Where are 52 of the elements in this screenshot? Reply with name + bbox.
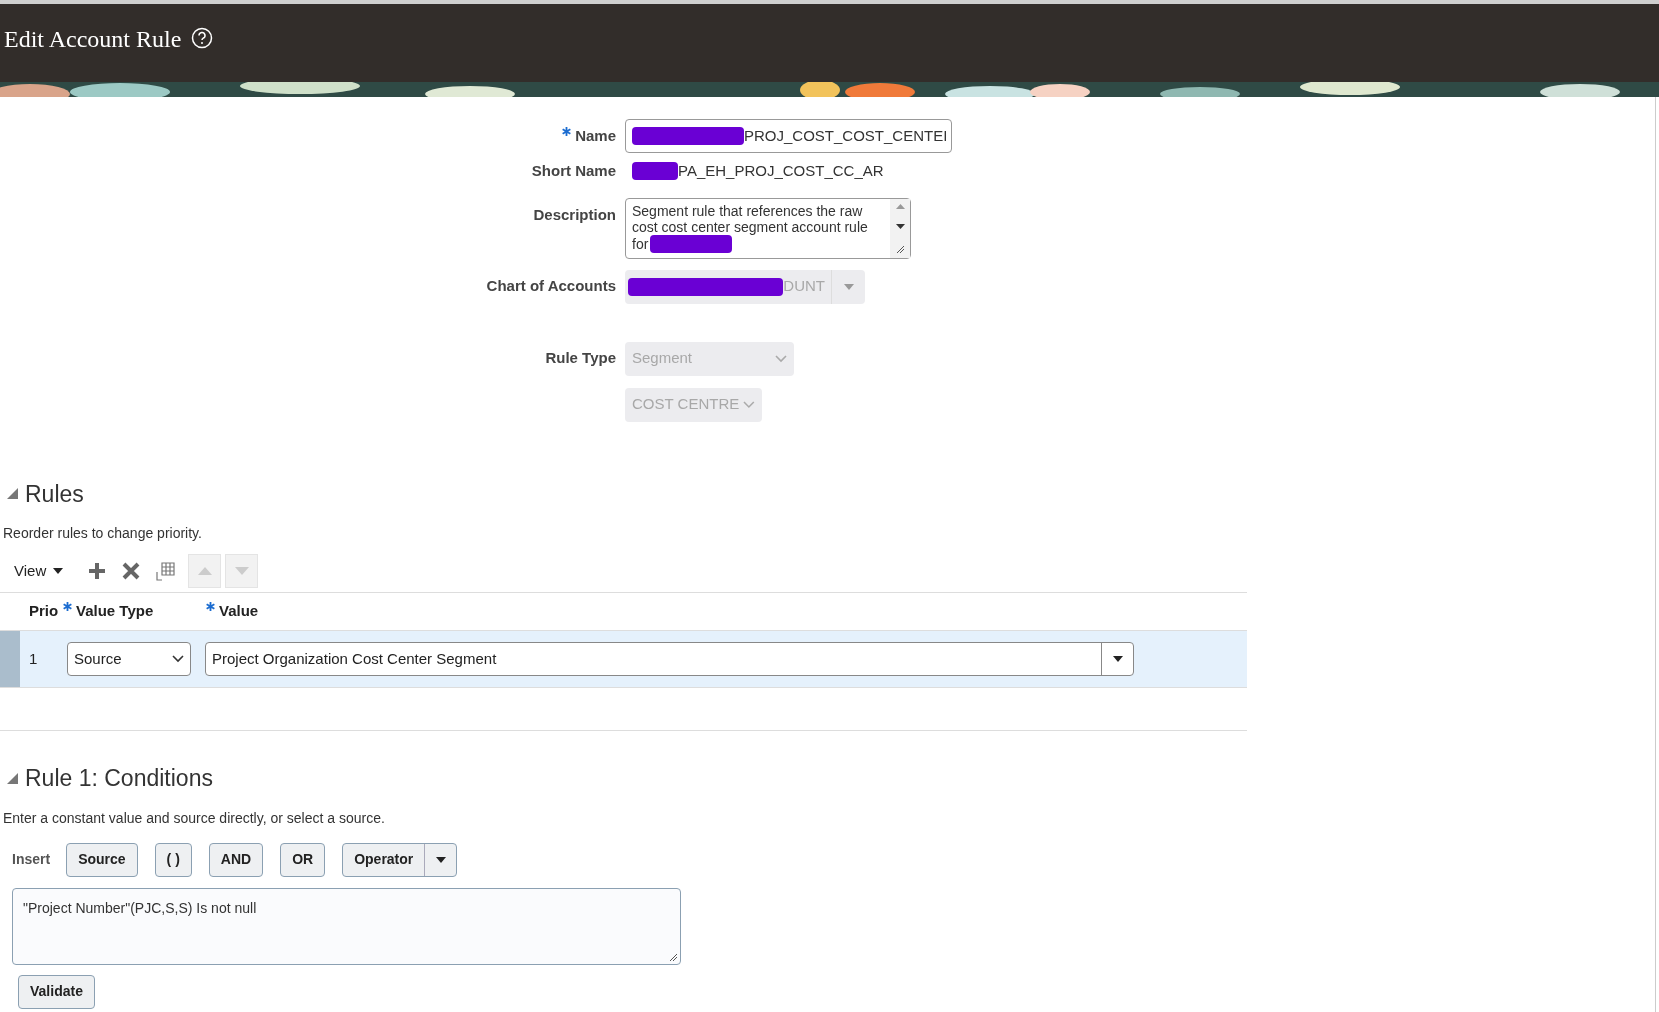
down-triangle-icon [234, 567, 249, 575]
column-header: Prio [29, 601, 59, 622]
field-value: PA_EH_PROJ_COST_CC_AR [678, 161, 884, 181]
field-value: Segment rule that references the raw [632, 202, 864, 219]
field-label: Chart of Accounts [486, 276, 616, 297]
table-row[interactable]: 1 Source Project Organization Cost Center Segment [0, 631, 1247, 688]
field-value: PROJ_COST_COST_CENTEI [744, 125, 948, 146]
field-label: Name [575, 125, 616, 146]
field-label: Description [533, 204, 616, 225]
collapse-triangle-icon[interactable] [6, 487, 19, 501]
scrollbar[interactable] [890, 198, 910, 258]
chevron-down-icon [775, 354, 787, 363]
field-label: Short Name [531, 161, 616, 181]
field-value: cost cost center segment account rule [632, 218, 869, 235]
help-icon[interactable] [191, 27, 214, 49]
validate-button[interactable]: Validate [18, 974, 95, 1009]
resize-handle-icon[interactable] [669, 952, 678, 962]
description-field[interactable]: Segment rule that references the raw cost cost center segment account rule for [625, 197, 911, 259]
scroll-up-icon[interactable] [895, 202, 905, 209]
value-field[interactable]: Project Organization Cost Center Segment [205, 642, 1134, 676]
operator-menu-button[interactable]: Operator [342, 842, 458, 877]
table-icon[interactable] [154, 560, 177, 582]
scroll-down-icon[interactable] [895, 223, 905, 230]
column-header: Value [219, 601, 259, 622]
section-title: Rules [25, 479, 84, 509]
expression-field[interactable]: "Project Number"(PJC,S,S) Is not null [12, 887, 681, 965]
up-triangle-icon [197, 567, 212, 575]
field-value: DUNT [783, 276, 825, 297]
insert-label: Insert [12, 850, 51, 869]
insert-button[interactable]: AND [208, 842, 264, 877]
caret-icon [1111, 655, 1124, 663]
page-title: Edit Account Rule [4, 25, 182, 54]
section-title: Rule 1: Conditions [25, 764, 213, 793]
resize-handle-icon[interactable] [895, 244, 905, 254]
section-hint: Reorder rules to change priority. [2, 524, 203, 543]
chevron-down-icon [172, 655, 184, 663]
field-value: for [632, 235, 649, 252]
field-label: Rule Type [545, 348, 616, 369]
insert-button[interactable]: OR [280, 842, 326, 877]
table-cell-text: 1 [28, 648, 39, 669]
caret-icon [434, 855, 447, 864]
insert-button[interactable]: ( ) [154, 842, 192, 877]
column-header: Value Type [76, 601, 154, 622]
insert-button[interactable]: Source [66, 842, 138, 877]
caret-icon [52, 567, 65, 575]
caret-icon [842, 282, 855, 291]
value-type-select[interactable]: Source [67, 642, 191, 676]
collapse-triangle-icon[interactable] [6, 771, 19, 785]
chevron-down-icon [743, 400, 755, 409]
name-field[interactable]: PROJ_COST_COST_CENTEI [625, 119, 952, 153]
view-menu-button[interactable]: View [14, 559, 75, 583]
section-hint: Enter a constant value and source directly, or select a source. [2, 808, 386, 828]
